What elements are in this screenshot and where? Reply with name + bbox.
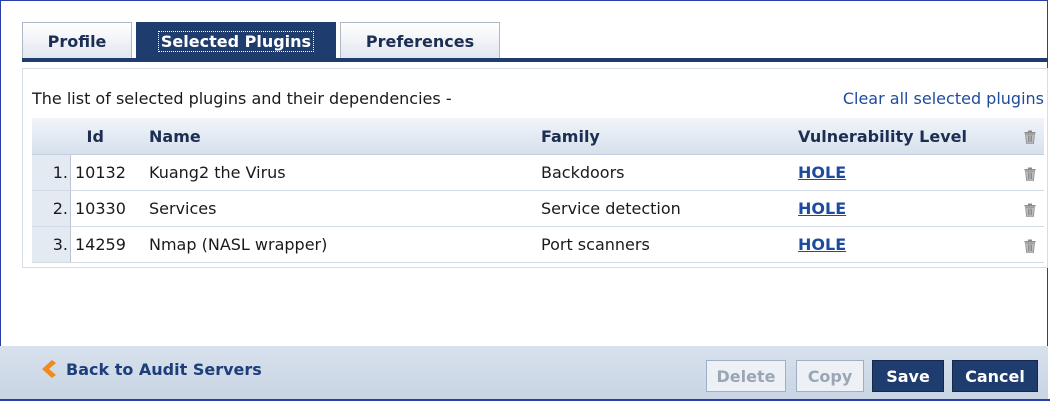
tab-label: Profile bbox=[47, 31, 107, 51]
plugin-name: Services bbox=[143, 190, 535, 227]
vulnerability-level-link[interactable]: HOLE bbox=[798, 199, 846, 218]
vulnerability-level-header[interactable]: Vulnerability Level bbox=[792, 118, 1016, 155]
save-button[interactable]: Save bbox=[872, 360, 944, 392]
delete-row-cell bbox=[1016, 226, 1044, 263]
vulnerability-level: HOLE bbox=[792, 190, 1016, 227]
trash-icon[interactable] bbox=[1024, 167, 1036, 181]
row-number: 1. bbox=[32, 154, 71, 191]
table-row[interactable]: 1. 10132 Kuang2 the Virus Backdoors HOLE bbox=[32, 154, 1044, 191]
plugin-name: Kuang2 the Virus bbox=[143, 154, 535, 191]
vulnerability-level-link[interactable]: HOLE bbox=[798, 235, 846, 254]
tab-selected-plugins[interactable]: Selected Plugins bbox=[136, 22, 336, 60]
chevron-left-icon bbox=[42, 360, 56, 378]
intro-text: The list of selected plugins and their d… bbox=[32, 89, 452, 108]
trash-icon[interactable] bbox=[1024, 203, 1036, 217]
copy-button[interactable]: Copy bbox=[796, 360, 864, 392]
vulnerability-level: HOLE bbox=[792, 154, 1016, 191]
table-row[interactable]: 3. 14259 Nmap (NASL wrapper) Port scanne… bbox=[32, 226, 1044, 263]
delete-row-cell bbox=[1016, 154, 1044, 191]
row-number: 2. bbox=[32, 190, 71, 227]
plugin-family: Port scanners bbox=[535, 226, 792, 263]
plugin-family: Service detection bbox=[535, 190, 792, 227]
plugin-family: Backdoors bbox=[535, 154, 792, 191]
id-header[interactable]: Id bbox=[70, 118, 143, 155]
tab-label: Preferences bbox=[365, 31, 475, 51]
trash-icon[interactable] bbox=[1024, 130, 1036, 144]
name-header[interactable]: Name bbox=[143, 118, 535, 155]
back-link-label: Back to Audit Servers bbox=[66, 359, 262, 379]
delete-button[interactable]: Delete bbox=[706, 360, 786, 392]
cancel-button[interactable]: Cancel bbox=[952, 360, 1038, 392]
plugin-id: 14259 bbox=[70, 226, 143, 263]
row-number-header bbox=[32, 118, 71, 155]
vulnerability-level: HOLE bbox=[792, 226, 1016, 263]
tab-profile[interactable]: Profile bbox=[22, 22, 132, 59]
tab-underline bbox=[22, 58, 1048, 62]
row-number: 3. bbox=[32, 226, 71, 263]
plugin-name: Nmap (NASL wrapper) bbox=[143, 226, 535, 263]
back-to-audit-servers-link[interactable]: Back to Audit Servers bbox=[38, 358, 262, 380]
trash-icon[interactable] bbox=[1024, 239, 1036, 253]
delete-all-header[interactable] bbox=[1016, 118, 1044, 155]
vulnerability-level-link[interactable]: HOLE bbox=[798, 163, 846, 182]
table-row[interactable]: 2. 10330 Services Service detection HOLE bbox=[32, 190, 1044, 227]
table-header-row: Id Name Family Vulnerability Level bbox=[32, 118, 1044, 155]
plugins-table: Id Name Family Vulnerability Level 1. 10… bbox=[32, 118, 1044, 263]
tab-preferences[interactable]: Preferences bbox=[340, 22, 500, 59]
tab-label: Selected Plugins bbox=[157, 31, 315, 52]
family-header[interactable]: Family bbox=[535, 118, 792, 155]
delete-row-cell bbox=[1016, 190, 1044, 227]
plugin-id: 10330 bbox=[70, 190, 143, 227]
clear-all-plugins-link[interactable]: Clear all selected plugins bbox=[843, 89, 1044, 108]
plugin-id: 10132 bbox=[70, 154, 143, 191]
